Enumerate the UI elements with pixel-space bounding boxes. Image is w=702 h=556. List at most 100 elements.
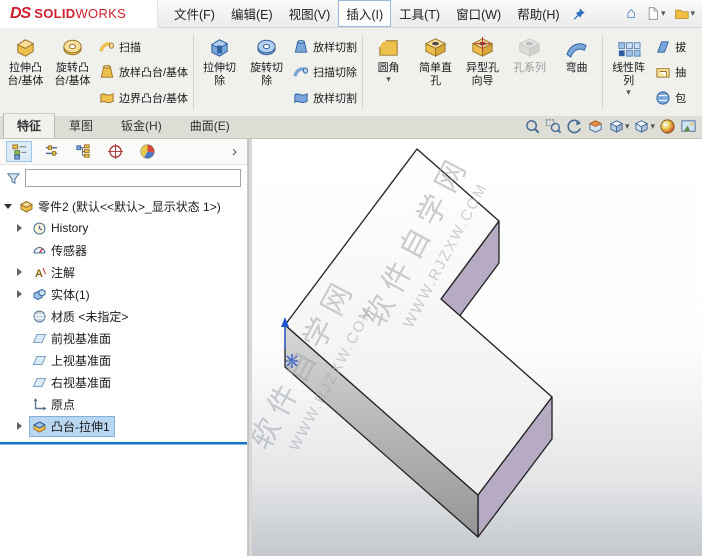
menu-help[interactable]: 帮助(H) — [509, 0, 567, 27]
tab-surfaces[interactable]: 曲面(E) — [176, 113, 244, 138]
new-document-button[interactable]: ▾ — [642, 4, 669, 23]
apply-scene-button[interactable] — [680, 118, 697, 135]
boundary-boss-icon — [100, 92, 114, 103]
fillet-dropdown-icon[interactable]: ▾ — [386, 74, 391, 84]
tab-sheet-metal[interactable]: 钣金(H) — [107, 113, 176, 138]
draft-button[interactable]: 拔 — [655, 34, 686, 59]
linear-pattern-dropdown-icon[interactable]: ▾ — [626, 87, 631, 97]
menu-insert[interactable]: 插入(I) — [338, 0, 392, 27]
tree-item-material[interactable]: 材质 <未指定> — [0, 305, 247, 327]
boundary-boss-button[interactable]: 边界凸台/基体 — [99, 85, 188, 110]
menu-tools[interactable]: 工具(T) — [391, 0, 448, 27]
part-model[interactable] — [252, 139, 702, 556]
tree-item-sensors[interactable]: 传感器 — [0, 239, 247, 261]
boundary-cut-button[interactable]: 放样切割 — [293, 85, 357, 110]
ds-logo-icon: DS — [10, 4, 31, 22]
boundary-cut-icon — [294, 92, 308, 103]
simple-hole-button[interactable]: 简单直孔 — [412, 30, 459, 114]
new-document-icon — [648, 7, 658, 20]
home-button[interactable]: ⌂ — [623, 4, 639, 24]
hole-series-button[interactable]: 孔系列 — [506, 30, 553, 114]
menu-view[interactable]: 视图(V) — [281, 0, 339, 27]
part-icon — [19, 199, 34, 214]
dimxpert-manager-tab[interactable] — [102, 141, 128, 162]
open-document-button[interactable]: ▾ — [671, 4, 698, 23]
previous-view-button[interactable] — [566, 118, 583, 135]
linear-pattern-button[interactable]: 线性阵列 ▾ — [605, 30, 652, 114]
rollback-bar[interactable] — [0, 442, 247, 445]
section-view-button[interactable] — [587, 118, 604, 135]
expand-arrow[interactable] — [17, 268, 29, 276]
plane-icon — [32, 353, 47, 368]
hole-series-icon — [518, 38, 541, 57]
expand-arrow[interactable] — [17, 224, 29, 232]
panel-tab-strip: › — [0, 139, 247, 165]
tree-item-label: 注解 — [51, 265, 76, 280]
zoom-area-icon — [545, 119, 562, 134]
loft-boss-icon — [100, 65, 114, 78]
menu-file[interactable]: 文件(F) — [166, 0, 223, 27]
tab-sketch[interactable]: 草图 — [55, 113, 107, 138]
extrude-cut-button[interactable]: 拉伸切除 — [196, 30, 243, 114]
loft-boss-button[interactable]: 放样凸台/基体 — [99, 60, 188, 85]
tree-item-front-plane[interactable]: 前视基准面 — [0, 327, 247, 349]
display-manager-tab[interactable] — [134, 141, 160, 162]
zoom-area-button[interactable] — [545, 118, 562, 135]
flex-button[interactable]: 弯曲 — [553, 30, 600, 114]
tree-item-top-plane[interactable]: 上视基准面 — [0, 349, 247, 371]
swept-cut-button[interactable]: 扫描切除 — [293, 60, 357, 85]
display-style-button[interactable]: ▾ — [633, 118, 655, 135]
swept-boss-button[interactable]: 扫描 — [99, 34, 188, 59]
loft-cut-button[interactable]: 放样切割 — [293, 34, 357, 59]
plane-icon — [32, 375, 47, 390]
collapse-arrow[interactable] — [4, 203, 16, 209]
ribbon-separator — [362, 34, 364, 110]
filter-funnel-icon — [6, 172, 21, 184]
property-manager-icon — [45, 145, 57, 156]
origin-icon — [32, 397, 47, 412]
property-manager-tab[interactable] — [38, 141, 64, 162]
tree-item-right-plane[interactable]: 右视基准面 — [0, 371, 247, 393]
configuration-manager-tab[interactable] — [70, 141, 96, 162]
tree-item-boss-extrude1[interactable]: 凸台-拉伸1 — [0, 415, 247, 437]
wrap-button[interactable]: 包 — [655, 85, 686, 110]
tree-item-solid-bodies[interactable]: 实体(1) — [0, 283, 247, 305]
revolve-cut-icon — [257, 39, 276, 56]
expand-arrow[interactable] — [17, 290, 29, 298]
revolve-boss-button[interactable]: 旋转凸台/基体 — [49, 30, 96, 114]
tree-item-label: 实体(1) — [51, 287, 90, 302]
shell-icon — [656, 68, 670, 78]
hole-wizard-icon — [471, 36, 494, 57]
zoom-fit-button[interactable] — [524, 118, 541, 135]
view-orientation-button[interactable]: ▾ — [608, 118, 629, 135]
fillet-button[interactable]: 圆角 ▾ — [365, 30, 412, 114]
edit-appearance-button[interactable] — [659, 118, 676, 135]
menu-edit[interactable]: 编辑(E) — [223, 0, 281, 27]
solidworks-logo: DS SOLID WORKS — [0, 0, 158, 28]
tree-item-history[interactable]: History — [0, 217, 247, 239]
revolve-cut-button[interactable]: 旋转切除 — [243, 30, 290, 114]
previous-view-icon — [567, 119, 582, 134]
hole-wizard-button[interactable]: 异型孔向导 — [459, 30, 506, 114]
shell-button[interactable]: 抽 — [655, 60, 686, 85]
extrude-boss-button[interactable]: 拉伸凸台/基体 — [2, 30, 49, 114]
pin-menu-icon[interactable] — [572, 7, 586, 21]
display-manager-icon — [139, 144, 155, 159]
filter-input[interactable] — [25, 169, 241, 187]
tree-item-origin[interactable]: 原点 — [0, 393, 247, 415]
simple-hole-icon — [424, 38, 447, 57]
zoom-fit-icon — [526, 120, 540, 134]
tab-features[interactable]: 特征 — [3, 113, 56, 138]
feature-tree-tab[interactable] — [6, 141, 32, 162]
svg-text:A: A — [35, 268, 43, 280]
ribbon-separator — [193, 34, 195, 110]
panel-expand-chevron[interactable]: › — [228, 143, 241, 160]
menu-window[interactable]: 窗口(W) — [448, 0, 509, 27]
tree-item-part-root[interactable]: 零件2 (默认<<默认>_显示状态 1>) — [0, 195, 247, 217]
solid-bodies-icon — [32, 287, 47, 302]
tree-item-annotations[interactable]: A 注解 — [0, 261, 247, 283]
menubar: DS SOLID WORKS 文件(F) 编辑(E) 视图(V) 插入(I) 工具… — [0, 0, 702, 28]
expand-arrow[interactable] — [17, 422, 29, 430]
swept-boss-icon — [99, 41, 114, 52]
graphics-area[interactable]: 软件自学网 WWW.RJZXW.COM 软件自学网 WWW.RJZXW.COM — [252, 139, 702, 556]
